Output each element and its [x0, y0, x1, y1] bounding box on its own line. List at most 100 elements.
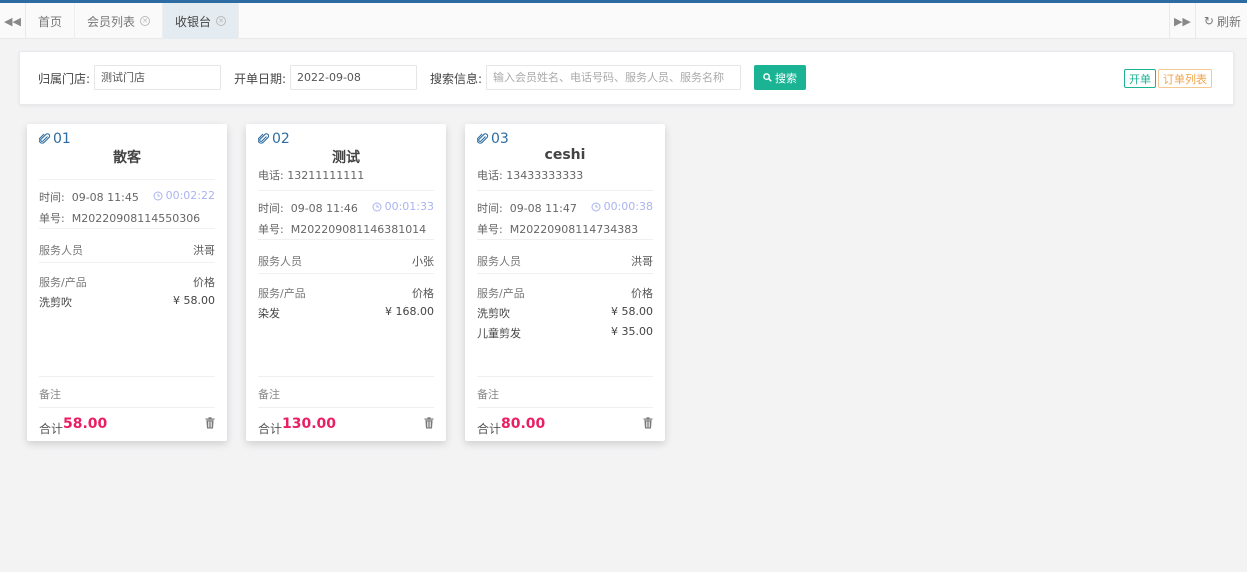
divider	[258, 407, 434, 408]
price-header-label: 价格	[631, 287, 653, 300]
phone-value: 13433333333	[506, 169, 584, 182]
tab-scroll-left-button[interactable]: ◀◀	[0, 3, 26, 39]
double-chevron-right-icon: ▶▶	[1173, 14, 1191, 28]
tab-scroll-right-button[interactable]: ▶▶	[1168, 3, 1195, 39]
order-no-value: M20220908114550306	[71, 212, 201, 225]
divider	[477, 376, 653, 377]
phone-value: 13211111111	[287, 169, 365, 182]
card-number-text: 02	[272, 131, 290, 147]
total-amount: 58.00	[63, 416, 108, 432]
order-card[interactable]: 03 ceshi 电话: 13433333333 时间: 09-08 11:47…	[465, 124, 665, 441]
tab-bar: ◀◀ 首页 会员列表 ✕ 收银台 ✕ ▶▶ ↻ 刷新	[0, 3, 1247, 39]
refresh-icon: ↻	[1203, 14, 1214, 28]
card-number: 01	[39, 131, 71, 147]
service-header-label: 服务/产品	[258, 287, 306, 300]
close-tab-icon[interactable]: ✕	[216, 16, 227, 26]
time-value: 09-08 11:47	[509, 202, 577, 215]
tab-member-list[interactable]: 会员列表 ✕	[75, 3, 164, 39]
elapsed-value: 00:01:33	[384, 200, 434, 213]
trash-icon[interactable]	[424, 417, 434, 429]
divider	[258, 239, 434, 240]
search-info-label: 搜索信息:	[430, 72, 483, 86]
search-panel: 归属门店: 测试门店 开单日期: 2022-09-08 搜索信息: 输入会员姓名…	[19, 51, 1234, 105]
service-item-name: 洗剪吹	[39, 296, 72, 309]
divider	[39, 407, 215, 408]
staff-label: 服务人员	[477, 255, 521, 268]
date-input[interactable]: 2022-09-08	[290, 65, 417, 90]
elapsed-timer: 00:02:22	[153, 189, 215, 202]
service-item-price: ¥ 35.00	[611, 325, 653, 338]
paperclip-icon	[39, 133, 51, 144]
elapsed-timer: 00:01:33	[372, 200, 434, 213]
order-no-label: 单号:	[258, 223, 284, 236]
order-number: 单号: M20220908114550306	[39, 210, 200, 226]
search-button-label: 搜索	[775, 71, 797, 85]
remark-label: 备注	[477, 388, 499, 401]
trash-icon[interactable]	[205, 417, 215, 429]
divider	[39, 376, 215, 377]
service-item-price: ¥ 58.00	[611, 305, 653, 318]
order-card[interactable]: 01 散客 时间: 09-08 11:45 00:02:22 单号: M2022…	[27, 124, 227, 441]
phone-label: 电话:	[477, 169, 503, 182]
trash-icon[interactable]	[643, 417, 653, 429]
order-time: 时间: 09-08 11:47	[477, 200, 577, 216]
order-no-value: M20220908114734383	[509, 223, 639, 236]
price-header-label: 价格	[193, 276, 215, 289]
divider	[477, 190, 653, 191]
divider	[477, 273, 653, 274]
divider	[39, 262, 215, 263]
paperclip-icon	[258, 133, 270, 144]
service-item-price: ¥ 58.00	[173, 294, 215, 307]
phone-label: 电话:	[258, 169, 284, 182]
order-time: 时间: 09-08 11:46	[258, 200, 358, 216]
customer-name: 测试	[332, 150, 360, 166]
customer-name: 散客	[113, 150, 141, 166]
total-label: 合计	[477, 422, 502, 436]
total-amount: 80.00	[501, 416, 546, 432]
divider	[39, 228, 215, 229]
tab-label: 收银台	[175, 14, 212, 29]
time-value: 09-08 11:45	[71, 191, 139, 204]
total-label: 合计	[258, 422, 283, 436]
search-icon	[763, 73, 772, 82]
price-header-label: 价格	[412, 287, 434, 300]
staff-label: 服务人员	[39, 244, 83, 257]
search-input[interactable]: 输入会员姓名、电话号码、服务人员、服务名称	[486, 65, 741, 90]
tab-cashier[interactable]: 收银台 ✕	[163, 3, 240, 39]
card-number-text: 01	[53, 131, 71, 147]
order-number: 单号: M202209081146381014	[258, 221, 426, 237]
order-list-button[interactable]: 订单列表	[1158, 69, 1212, 88]
card-number-text: 03	[491, 131, 509, 147]
tab-label: 会员列表	[87, 14, 136, 29]
close-tab-icon[interactable]: ✕	[140, 16, 151, 26]
open-order-button[interactable]: 开单	[1124, 69, 1156, 88]
tab-bar-actions: ▶▶ ↻ 刷新	[1168, 3, 1247, 39]
staff-value: 洪哥	[631, 255, 653, 268]
date-label: 开单日期:	[234, 72, 287, 86]
divider	[477, 239, 653, 240]
card-number: 02	[258, 131, 290, 147]
order-card[interactable]: 02 测试 电话: 13211111111 时间: 09-08 11:46 00…	[246, 124, 446, 441]
customer-name: ceshi	[544, 147, 586, 163]
customer-phone: 电话: 13211111111	[258, 167, 364, 183]
tab-home[interactable]: 首页	[26, 3, 76, 39]
card-number: 03	[477, 131, 509, 147]
double-chevron-left-icon: ◀◀	[4, 14, 21, 28]
elapsed-timer: 00:00:38	[591, 200, 653, 213]
time-label: 时间:	[39, 191, 65, 204]
order-number: 单号: M20220908114734383	[477, 221, 638, 237]
staff-label: 服务人员	[258, 255, 302, 268]
service-item-name: 洗剪吹	[477, 307, 510, 320]
store-label: 归属门店:	[38, 72, 91, 86]
remark-label: 备注	[39, 388, 61, 401]
remark-label: 备注	[258, 388, 280, 401]
search-button[interactable]: 搜索	[754, 65, 806, 90]
store-select[interactable]: 测试门店	[94, 65, 221, 90]
clock-icon	[153, 191, 163, 200]
total-amount: 130.00	[282, 416, 337, 432]
divider	[39, 179, 215, 180]
refresh-button[interactable]: ↻ 刷新	[1194, 3, 1247, 39]
service-header-label: 服务/产品	[39, 276, 87, 289]
order-no-label: 单号:	[477, 223, 503, 236]
clock-icon	[591, 202, 601, 211]
